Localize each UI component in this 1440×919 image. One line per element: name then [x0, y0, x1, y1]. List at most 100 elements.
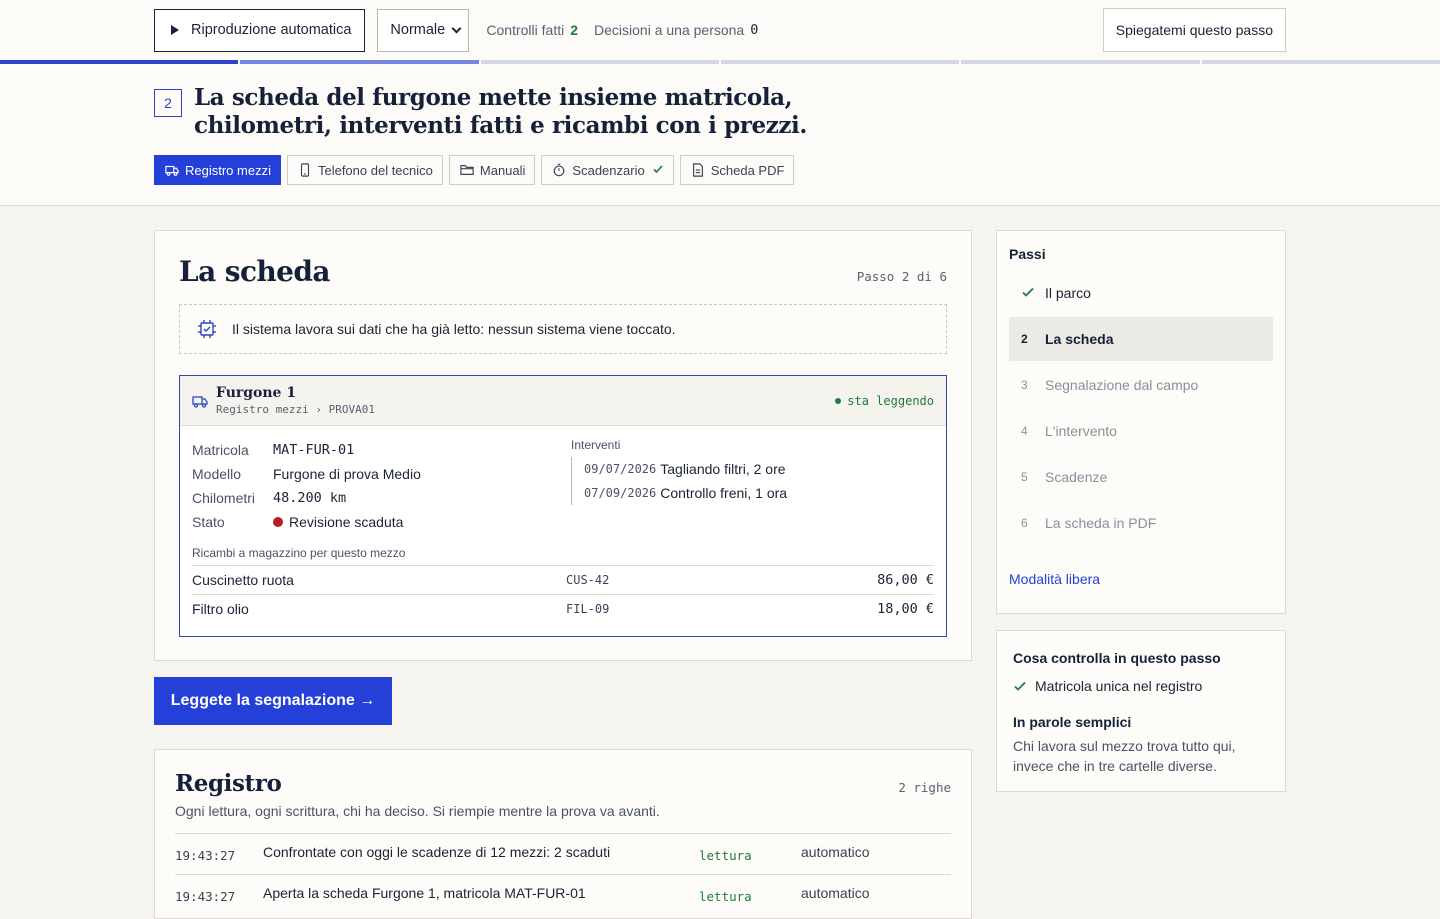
- step-checks-panel: Cosa controlla in questo passo Matricola…: [996, 630, 1286, 792]
- notice-text: Il sistema lavora sui dati che ha già le…: [232, 321, 676, 337]
- tab-telefono-tecnico[interactable]: Telefono del tecnico: [286, 155, 443, 185]
- sidebar-item-la-scheda[interactable]: 2 La scheda: [1009, 317, 1273, 361]
- tab-manuali[interactable]: Manuali: [448, 155, 536, 185]
- sidebar-item-scheda-pdf[interactable]: 6 La scheda in PDF: [1009, 501, 1273, 545]
- step-num: 2: [1021, 332, 1028, 346]
- section-title: La scheda: [179, 255, 330, 288]
- table-row: 19:43:27 Confrontate con oggi le scadenz…: [175, 833, 951, 874]
- vehicle-fields: Matricola MAT-FUR-01 Modello Furgone di …: [192, 438, 421, 534]
- vehicle-header: Furgone 1 Registro mezzi › PROVA01 sta l…: [180, 376, 946, 426]
- speed-select[interactable]: Normale: [377, 8, 470, 52]
- alert-dot: [273, 517, 283, 527]
- part-name: Filtro olio: [192, 601, 249, 617]
- vehicle-card-panel: La scheda Passo 2 di 6 Il sistema lavora…: [154, 230, 972, 661]
- log-kind: lettura: [699, 888, 752, 904]
- tab-label: Manuali: [479, 162, 526, 178]
- tab-scadenzario[interactable]: Scadenzario: [541, 155, 674, 185]
- stopwatch-icon: [552, 163, 566, 177]
- table-row: Cuscinetto ruota CUS-42 86,00 €: [192, 565, 934, 594]
- steps-title: Passi: [1009, 246, 1046, 262]
- field-row: Matricola MAT-FUR-01: [192, 438, 421, 462]
- field-key: Matricola: [192, 442, 249, 458]
- step-num: 5: [1021, 470, 1028, 484]
- plain-title: In parole semplici: [1013, 714, 1132, 730]
- play-icon: [171, 25, 179, 35]
- log-subtitle: Ogni lettura, ogni scrittura, chi ha dec…: [175, 803, 660, 819]
- progress-segment: [961, 60, 1200, 64]
- log-title: Registro: [175, 770, 282, 797]
- parts-table: Ricambi a magazzino per questo mezzo Cus…: [192, 546, 934, 623]
- steps-sidebar: Passi Il parco 2 La scheda 3 Segnalazion…: [996, 230, 1286, 614]
- autoplay-label: Riproduzione automatica: [191, 22, 352, 38]
- read-only-notice: Il sistema lavora sui dati che ha già le…: [179, 304, 947, 354]
- step-label: Il parco: [1045, 285, 1091, 301]
- tab-label: Scheda PDF: [710, 162, 785, 178]
- interventions: Interventi 09/07/2026 Tagliando filtri, …: [571, 438, 787, 505]
- status-dot: [835, 397, 842, 404]
- field-row: Chilometri 48.200 km: [192, 486, 421, 510]
- check-item: Matricola unica nel registro: [1013, 678, 1202, 694]
- intervention-date: 09/07/2026: [584, 462, 657, 476]
- list-item: 07/09/2026 Controllo freni, 1 ora: [584, 481, 787, 505]
- vehicle-path: Registro mezzi › PROVA01: [216, 403, 375, 416]
- vehicle-name: Furgone 1: [216, 385, 297, 401]
- log-table: 19:43:27 Confrontate con oggi le scadenz…: [175, 833, 951, 915]
- log-time: 19:43:27: [175, 888, 236, 904]
- log-actor: automatico: [801, 885, 870, 901]
- intervention-date: 07/09/2026: [584, 486, 657, 500]
- activity-log: Registro 2 righe Ogni lettura, ogni scri…: [154, 749, 972, 919]
- speed-value: Normale: [390, 22, 446, 38]
- step-label: Scadenze: [1045, 469, 1108, 485]
- parts-label: Ricambi a magazzino per questo mezzo: [192, 546, 406, 560]
- table-row: 19:43:27 Aperta la scheda Furgone 1, mat…: [175, 874, 951, 915]
- part-price: 86,00 €: [877, 572, 934, 588]
- decisions-label: Decisioni a una persona: [594, 22, 745, 38]
- intervention-text: Tagliando filtri, 2 ore: [660, 461, 786, 477]
- log-rows-count: 2 righe: [898, 780, 951, 795]
- field-value: 48.200 km: [273, 490, 347, 506]
- sidebar-item-intervento[interactable]: 4 L'intervento: [1009, 409, 1273, 453]
- checks-count: 2: [570, 22, 579, 38]
- part-code: CUS-42: [566, 573, 610, 587]
- document-icon: [691, 163, 705, 177]
- field-value: MAT-FUR-01: [273, 442, 355, 458]
- table-row: Filtro olio FIL-09 18,00 €: [192, 594, 934, 623]
- checks-title: Cosa controlla in questo passo: [1013, 650, 1221, 666]
- field-value: Furgone di prova Medio: [273, 466, 421, 482]
- plain-text: Chi lavora sul mezzo trova tutto qui, in…: [1013, 738, 1236, 774]
- step-label: L'intervento: [1045, 423, 1117, 439]
- log-kind: lettura: [699, 847, 752, 863]
- intervention-text: Controllo freni, 1 ora: [660, 485, 788, 501]
- check-icon: [652, 163, 664, 178]
- phone-icon: [298, 163, 312, 177]
- interventions-label: Interventi: [571, 438, 621, 452]
- sidebar-item-il-parco[interactable]: Il parco: [1009, 271, 1273, 315]
- free-mode-link[interactable]: Modalità libera: [1009, 571, 1100, 587]
- explain-step-button[interactable]: Spiegatemi questo passo: [1102, 8, 1286, 52]
- folder-icon: [460, 163, 474, 177]
- log-description: Confrontate con oggi le scadenze di 12 m…: [263, 844, 611, 860]
- tab-scheda-pdf[interactable]: Scheda PDF: [679, 155, 795, 185]
- progress-segment: [480, 60, 719, 64]
- sidebar-item-segnalazione[interactable]: 3 Segnalazione dal campo: [1009, 363, 1273, 407]
- field-value: Revisione scaduta: [273, 514, 403, 530]
- sidebar-item-scadenze[interactable]: 5 Scadenze: [1009, 455, 1273, 499]
- part-code: FIL-09: [566, 602, 610, 616]
- check-icon: [1014, 681, 1026, 691]
- truck-icon: [192, 393, 208, 409]
- tab-registro-mezzi[interactable]: Registro mezzi: [154, 155, 281, 185]
- part-price: 18,00 €: [877, 601, 934, 617]
- vehicle-record: Furgone 1 Registro mezzi › PROVA01 sta l…: [179, 375, 947, 637]
- log-actor: automatico: [801, 844, 870, 860]
- read-report-button[interactable]: Leggete la segnalazione →: [154, 677, 392, 725]
- autoplay-button[interactable]: Riproduzione automatica: [154, 8, 366, 52]
- tab-label: Telefono del tecnico: [317, 162, 433, 178]
- step-label: La scheda in PDF: [1045, 515, 1157, 531]
- step-indicator: Passo 2 di 6: [856, 269, 947, 284]
- step-label: La scheda: [1045, 331, 1114, 347]
- page-title: La scheda del furgone mette insieme matr…: [194, 84, 808, 139]
- step-num: 6: [1021, 516, 1028, 530]
- log-time: 19:43:27: [175, 847, 236, 863]
- checks-stat: Controlli fatti 2: [486, 22, 578, 38]
- list-item: 09/07/2026 Tagliando filtri, 2 ore: [584, 457, 787, 481]
